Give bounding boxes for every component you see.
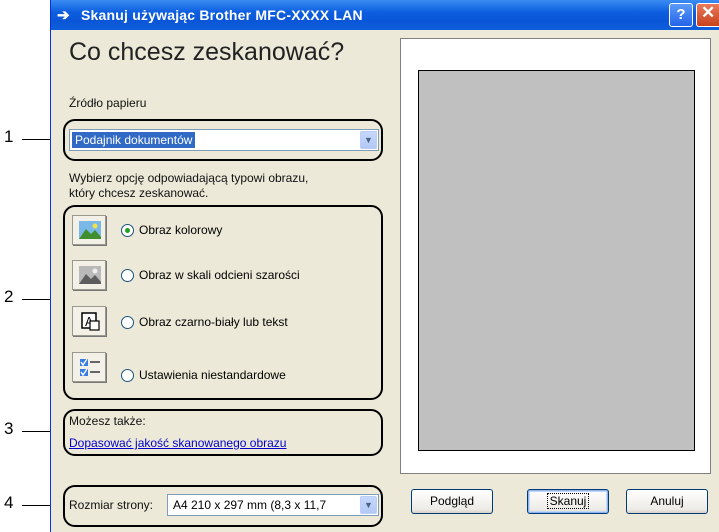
title-bar[interactable]: ➔ Skanuj używając Brother MFC-XXXX LAN ?… [51,0,719,30]
close-button[interactable]: ✕ [696,3,719,27]
cancel-button[interactable]: Anuluj [626,489,708,514]
callout-box-1 [63,119,383,161]
paper-source-label: Źródło papieru [69,96,147,110]
preview-area [400,38,711,474]
scan-arrow-icon: ➔ [57,7,70,24]
callout-number-3: 3 [4,419,14,438]
callout-box-3 [63,409,383,456]
preview-page [418,70,695,451]
callout-number-4: 4 [4,493,14,512]
scan-button-label: Skanuj [546,493,590,509]
window-title: Skanuj używając Brother MFC-XXXX LAN [81,7,363,23]
preview-button-label: Podgląd [429,494,475,508]
callout-box-4 [63,485,383,527]
close-icon: ✕ [701,3,716,22]
preview-button[interactable]: Podgląd [411,489,493,514]
help-button[interactable]: ? [669,3,693,27]
callout-number-2: 2 [4,287,14,306]
instruction-line-1: Wybierz opcję odpowiadającą typowi obraz… [69,171,309,185]
scan-button[interactable]: Skanuj [527,489,609,514]
callout-number-1: 1 [4,127,14,146]
instruction-line-2: który chcesz zeskanować. [69,186,209,200]
page-title: Co chcesz zeskanować? [69,38,345,66]
cancel-button-label: Anuluj [650,494,684,508]
callout-box-2 [63,205,383,400]
